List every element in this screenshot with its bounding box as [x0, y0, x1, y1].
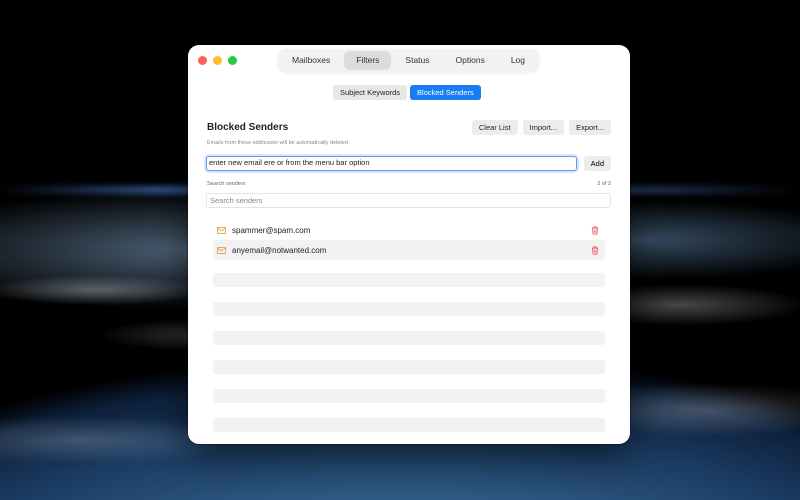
window-controls: [198, 56, 237, 65]
envelope-icon: [217, 246, 226, 254]
empty-row: [213, 331, 605, 345]
empty-row: [213, 273, 605, 287]
empty-row: [213, 418, 605, 432]
empty-row: [213, 389, 605, 403]
tab-log[interactable]: Log: [499, 51, 537, 70]
new-email-input[interactable]: enter new email ere or from the menu bar…: [206, 156, 577, 171]
section-subtitle: Emails from these addresses will be auto…: [207, 140, 348, 146]
blocked-senders-list: spammer@spam.com anyemail@notwanted.com: [213, 220, 605, 260]
list-item[interactable]: anyemail@notwanted.com: [213, 240, 605, 260]
minimize-window-button[interactable]: [213, 56, 222, 65]
action-buttons: Clear List Import... Export...: [471, 120, 611, 135]
clear-list-button[interactable]: Clear List: [471, 120, 518, 135]
section-title: Blocked Senders: [207, 122, 289, 133]
empty-row: [213, 360, 605, 374]
subtab-subject-keywords[interactable]: Subject Keywords: [333, 85, 408, 100]
filter-sub-tabs: Subject Keywords Blocked Senders: [333, 85, 481, 100]
search-label: Search senders: [207, 181, 246, 187]
result-count: 2 of 2: [597, 181, 611, 187]
close-window-button[interactable]: [198, 56, 207, 65]
toolbar-tab-group: Mailboxes Filters Status Options Log: [278, 49, 540, 72]
sender-email: anyemail@notwanted.com: [232, 245, 327, 255]
subtab-blocked-senders[interactable]: Blocked Senders: [410, 85, 481, 100]
trash-icon[interactable]: [591, 226, 599, 235]
import-button[interactable]: Import...: [522, 120, 565, 135]
add-button[interactable]: Add: [583, 156, 611, 171]
tab-status[interactable]: Status: [393, 51, 441, 70]
empty-list-rows: [213, 273, 605, 444]
export-button[interactable]: Export...: [569, 120, 611, 135]
app-window: Mailboxes Filters Status Options Log Sub…: [188, 45, 630, 444]
zoom-window-button[interactable]: [228, 56, 237, 65]
tab-mailboxes[interactable]: Mailboxes: [280, 51, 342, 70]
search-senders-input[interactable]: Search senders: [206, 193, 611, 208]
tab-filters[interactable]: Filters: [344, 51, 392, 70]
tab-options[interactable]: Options: [444, 51, 497, 70]
sender-email: spammer@spam.com: [232, 225, 311, 235]
trash-icon[interactable]: [591, 246, 599, 255]
envelope-icon: [217, 226, 226, 234]
empty-row: [213, 302, 605, 316]
list-item[interactable]: spammer@spam.com: [213, 220, 605, 240]
